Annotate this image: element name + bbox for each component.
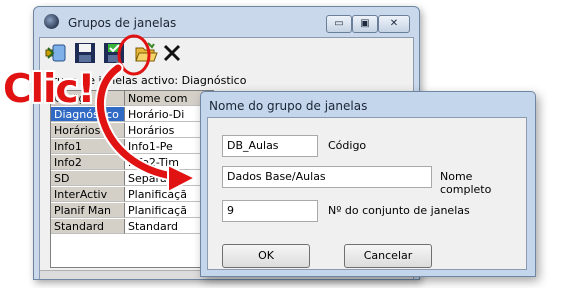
highlight-circle xyxy=(117,34,151,76)
arrow-outline xyxy=(95,62,186,183)
annotation-overlay xyxy=(95,34,198,194)
arrow-head xyxy=(167,163,198,194)
click-annotation-label: Clic! xyxy=(3,67,95,112)
